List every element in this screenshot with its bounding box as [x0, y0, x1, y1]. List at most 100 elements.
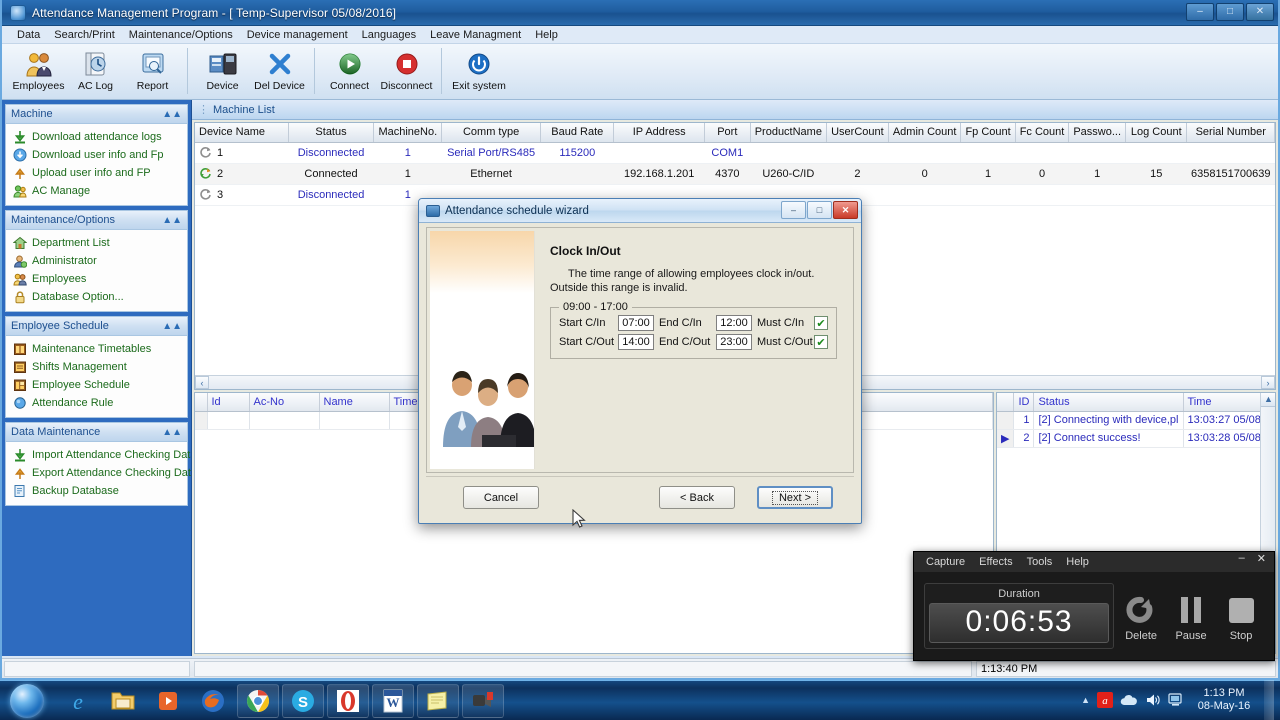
sidebar-item-export-attendance-checking-data[interactable]: Export Attendance Checking Data	[6, 464, 191, 482]
toolbar-connect-button[interactable]: Connect	[321, 46, 378, 92]
menu-item-leave-management[interactable]: Leave Managment	[423, 27, 528, 43]
toolbar-disconnect-button[interactable]: Disconnect	[378, 46, 435, 92]
column-ac-no[interactable]: Ac-No	[249, 393, 320, 412]
dialog-close-button[interactable]: ✕	[833, 201, 858, 219]
taskbar-chrome[interactable]	[237, 683, 279, 718]
show-desktop-button[interactable]	[1264, 680, 1274, 720]
sidebar-item-employees[interactable]: Employees	[6, 270, 187, 288]
taskbar-skype[interactable]: S	[282, 683, 324, 718]
capture-menu-help[interactable]: Help	[1066, 556, 1089, 568]
menu-item-search-print[interactable]: Search/Print	[47, 27, 122, 43]
sidebar-item-ac-manage[interactable]: AC Manage	[6, 182, 187, 200]
maximize-button[interactable]: □	[1216, 3, 1244, 21]
column-admin-count[interactable]: Admin Count	[888, 123, 962, 143]
capture-close-button[interactable]: ✕	[1257, 552, 1266, 565]
toolbar-del-device-button[interactable]: Del Device	[251, 46, 308, 92]
table-row[interactable]: 2 Connected 1 Ethernet 192.168.1.201 437…	[195, 163, 1275, 185]
column-fp-count[interactable]: Fp Count	[960, 123, 1016, 143]
toolbar-report-button[interactable]: Report	[124, 46, 181, 92]
table-row[interactable]: 1 [2] Connecting with device,pl 13:03:27…	[997, 411, 1269, 430]
column-status[interactable]: Status	[288, 123, 375, 143]
next-button[interactable]: Next >	[757, 486, 833, 509]
column-baud-rate[interactable]: Baud Rate	[540, 123, 615, 143]
column-port[interactable]: Port	[704, 123, 751, 143]
capture-delete-button[interactable]: Delete	[1118, 590, 1164, 642]
chevron-up-icon[interactable]: ▲▲	[162, 427, 182, 438]
scroll-right-button[interactable]: ›	[1261, 376, 1275, 389]
end-cout-input[interactable]: 23:00	[716, 334, 752, 350]
start-button[interactable]	[3, 682, 51, 720]
menu-item-maintenance-options[interactable]: Maintenance/Options	[122, 27, 240, 43]
avira-icon[interactable]: a	[1097, 692, 1113, 708]
menu-item-data[interactable]: Data	[10, 27, 47, 43]
close-button[interactable]: ✕	[1246, 3, 1274, 21]
sidebar-item-employee-schedule[interactable]: Employee Schedule	[6, 376, 187, 394]
capture-pause-button[interactable]: Pause	[1168, 590, 1214, 642]
start-cin-input[interactable]: 07:00	[618, 315, 654, 331]
sidebar-panel-data-maintenance-header[interactable]: Data Maintenance ▲▲	[5, 422, 188, 442]
chevron-up-icon[interactable]: ▲▲	[162, 109, 182, 120]
sidebar-panel-employee-schedule-header[interactable]: Employee Schedule ▲▲	[5, 316, 188, 336]
column-log-status[interactable]: Status	[1033, 393, 1184, 412]
sidebar-item-department-list[interactable]: Department List	[6, 234, 187, 252]
start-cout-input[interactable]: 14:00	[618, 334, 654, 350]
capture-minimize-button[interactable]: –	[1239, 552, 1245, 565]
taskbar-word[interactable]: W	[372, 683, 414, 718]
sidebar-panel-maintenance-header[interactable]: Maintenance/Options ▲▲	[5, 210, 188, 230]
table-row[interactable]: ▶ 2 [2] Connect success! 13:03:28 05/08/	[997, 429, 1269, 448]
scroll-up-button[interactable]: ▲	[1261, 393, 1275, 407]
column-device-name[interactable]: Device Name	[195, 123, 289, 143]
sidebar-item-maintenance-timetables[interactable]: Maintenance Timetables	[6, 340, 187, 358]
volume-icon[interactable]	[1145, 692, 1161, 708]
taskbar-explorer[interactable]	[102, 684, 144, 718]
sidebar-item-shifts-management[interactable]: Shifts Management	[6, 358, 187, 376]
sidebar-item-administrator[interactable]: Administrator	[6, 252, 187, 270]
column-product-name[interactable]: ProductName	[750, 123, 827, 143]
sidebar-item-import-attendance-checking-data[interactable]: Import Attendance Checking Data	[6, 446, 191, 464]
taskbar-internet-explorer[interactable]: e	[57, 684, 99, 718]
menu-item-languages[interactable]: Languages	[355, 27, 423, 43]
column-machine-no[interactable]: MachineNo.	[373, 123, 443, 143]
chevron-up-icon[interactable]: ▲▲	[162, 321, 182, 332]
table-row[interactable]: 1 Disconnected 1 Serial Port/RS485 11520…	[195, 142, 1275, 164]
taskbar-firefox[interactable]	[192, 684, 234, 718]
column-log-id[interactable]: ID	[1013, 393, 1035, 412]
taskbar-media-player[interactable]	[147, 684, 189, 718]
column-log-time[interactable]: Time	[1183, 393, 1269, 412]
column-password[interactable]: Passwo...	[1068, 123, 1127, 143]
menu-item-device-management[interactable]: Device management	[240, 27, 355, 43]
menu-item-help[interactable]: Help	[528, 27, 565, 43]
sidebar-item-download-attendance-logs[interactable]: Download attendance logs	[6, 128, 187, 146]
scroll-left-button[interactable]: ‹	[195, 376, 209, 389]
sidebar-item-download-user-info-fp[interactable]: Download user info and Fp	[6, 146, 187, 164]
minimize-button[interactable]: –	[1186, 3, 1214, 21]
back-button[interactable]: < Back	[659, 486, 735, 509]
toolbar-device-button[interactable]: Device	[194, 46, 251, 92]
end-cin-input[interactable]: 12:00	[716, 315, 752, 331]
capture-menu-effects[interactable]: Effects	[979, 556, 1012, 568]
sidebar-panel-machine-header[interactable]: Machine ▲▲	[5, 104, 188, 124]
taskbar-notepad[interactable]	[417, 683, 459, 718]
column-log-count[interactable]: Log Count	[1125, 123, 1188, 143]
column-user-count[interactable]: UserCount	[826, 123, 889, 143]
dialog-maximize-button[interactable]: □	[807, 201, 832, 219]
network-icon[interactable]	[1168, 693, 1184, 707]
column-ip-address[interactable]: IP Address	[613, 123, 705, 143]
cancel-button[interactable]: Cancel	[463, 486, 539, 509]
must-cout-checkbox[interactable]: ✔	[814, 335, 828, 349]
column-fc-count[interactable]: Fc Count	[1015, 123, 1070, 143]
capture-menu-capture[interactable]: Capture	[926, 556, 965, 568]
taskbar-camtasia[interactable]	[462, 683, 504, 718]
onedrive-icon[interactable]	[1120, 693, 1138, 707]
column-serial-number[interactable]: Serial Number	[1186, 123, 1275, 143]
tray-clock[interactable]: 1:13 PM 08-May-16	[1191, 687, 1257, 713]
dialog-minimize-button[interactable]: –	[781, 201, 806, 219]
column-comm-type[interactable]: Comm type	[441, 123, 542, 143]
toolbar-employees-button[interactable]: Employees	[10, 46, 67, 92]
capture-stop-button[interactable]: Stop	[1218, 590, 1264, 642]
column-name[interactable]: Name	[319, 393, 390, 412]
taskbar-opera[interactable]	[327, 683, 369, 718]
machine-list-tab[interactable]: ⋮ Machine List	[192, 100, 1278, 120]
sidebar-item-attendance-rule[interactable]: Attendance Rule	[6, 394, 187, 412]
capture-menu-tools[interactable]: Tools	[1027, 556, 1053, 568]
